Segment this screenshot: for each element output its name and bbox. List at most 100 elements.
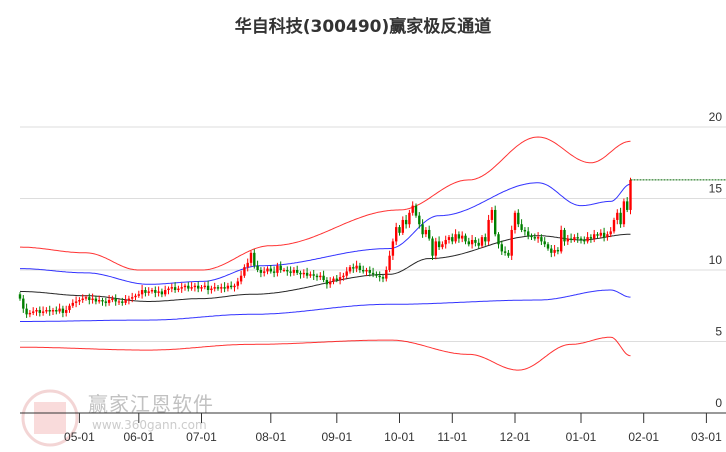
band-upper-outer [20, 136, 631, 271]
candle-body [216, 287, 220, 289]
x-tick-label: 10-01 [384, 430, 415, 444]
candle-body [48, 310, 51, 312]
candle-body [160, 291, 164, 295]
candle-body [385, 270, 388, 279]
candle-body [131, 297, 134, 299]
candle-body [249, 252, 253, 263]
candle-body [68, 305, 71, 311]
candle-body [177, 288, 180, 291]
candle-body [437, 241, 441, 248]
x-tick-label: 05-01 [64, 430, 95, 444]
candle-body [71, 302, 74, 306]
candle-body [391, 241, 395, 256]
band-lower-inner [20, 289, 631, 322]
candle-body [599, 232, 602, 236]
candle-body [401, 219, 404, 233]
x-tick-label: 12-01 [500, 430, 531, 444]
candle-body [411, 205, 414, 213]
candle-body [28, 312, 32, 315]
candle-body [510, 229, 513, 256]
candle-body [527, 231, 530, 236]
candle-body [35, 310, 38, 312]
candle-body [137, 294, 140, 296]
candle-body [269, 268, 272, 272]
candle-body [474, 239, 477, 243]
candle-body [167, 288, 170, 291]
x-tick-label: 08-01 [255, 430, 286, 444]
candle-body [338, 277, 342, 281]
y-tick-label: 10 [709, 253, 723, 267]
candle-body [157, 291, 160, 293]
candle-body [81, 298, 84, 301]
candle-body [503, 251, 507, 253]
candle-body [263, 271, 266, 273]
candle-body [101, 300, 104, 302]
candle-body [576, 237, 579, 239]
candle-body [441, 244, 444, 248]
candle-body [114, 298, 117, 302]
candle-body [434, 241, 437, 256]
candle-body [226, 285, 230, 289]
candle-body [88, 297, 91, 301]
candle-body [626, 201, 629, 210]
candle-body [236, 281, 239, 286]
candle-body [292, 270, 296, 273]
candle-body [388, 255, 391, 270]
candle-body [467, 241, 470, 245]
candle-body [609, 231, 612, 235]
candle-body [200, 287, 203, 289]
candle-body [470, 239, 474, 245]
candle-body [619, 212, 622, 225]
candle-body [286, 270, 289, 272]
candle-body [329, 281, 332, 285]
candle-body [319, 275, 322, 278]
x-tick-label: 03-01 [691, 430, 722, 444]
candle-body [408, 212, 411, 225]
candle-body [197, 285, 200, 289]
candle-body [342, 275, 345, 278]
candle-body [606, 234, 609, 238]
candle-body [530, 235, 533, 238]
candle-body [540, 237, 543, 242]
candle-body [484, 237, 487, 242]
candle-body [461, 235, 464, 239]
candle-body [272, 271, 276, 273]
candle-body [134, 295, 137, 298]
candle-body [325, 280, 329, 285]
candle-body [253, 252, 256, 266]
candle-body [107, 300, 111, 303]
candle-body [563, 229, 566, 242]
candle-body [203, 285, 206, 288]
candle-body [358, 265, 362, 270]
candle-body [144, 290, 147, 293]
candle-body [395, 227, 398, 242]
candle-body [230, 285, 233, 288]
candle-body [335, 278, 338, 281]
candle-body [309, 274, 312, 276]
candle-body [451, 237, 454, 242]
candle-body [94, 298, 98, 302]
candle-body [38, 310, 41, 313]
y-tick-label: 15 [709, 182, 723, 196]
candle-body [371, 272, 375, 275]
candle-body [213, 287, 216, 289]
candle-body [457, 234, 461, 239]
candle-body [398, 227, 401, 233]
x-tick-label: 09-01 [321, 430, 352, 444]
candle-body [233, 285, 236, 288]
candle-body [345, 271, 348, 276]
candle-body [279, 265, 282, 270]
candle-body [593, 234, 596, 239]
x-tick-label: 07-01 [186, 430, 217, 444]
candle-body [533, 237, 536, 239]
candle-body [305, 272, 309, 276]
candle-body [243, 267, 246, 276]
candle-body [282, 270, 286, 271]
candle-body [41, 311, 45, 313]
band-middle [19, 233, 631, 302]
x-tick-label: 02-01 [628, 430, 659, 444]
candle-body [322, 275, 325, 281]
candle-body [98, 300, 101, 302]
candle-body [121, 301, 124, 303]
candle-body [375, 274, 378, 276]
